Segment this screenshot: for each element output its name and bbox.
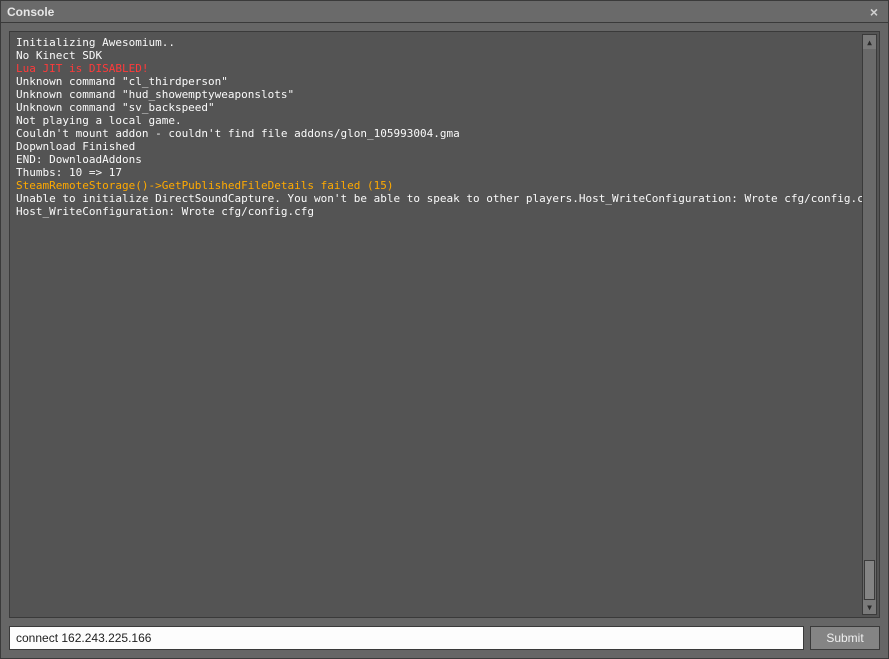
log-line: Host_WriteConfiguration: Wrote cfg/confi… — [16, 205, 861, 218]
input-row: Submit — [1, 622, 888, 658]
log-line: Dopwnload Finished — [16, 140, 861, 153]
log-line: Thumbs: 10 => 17 — [16, 166, 861, 179]
scroll-up-icon[interactable]: ▲ — [863, 35, 876, 49]
submit-button[interactable]: Submit — [810, 626, 880, 650]
log-line: Not playing a local game. — [16, 114, 861, 127]
log-line: Lua JIT is DISABLED! — [16, 62, 861, 75]
console-output: Initializing Awesomium..No Kinect SDKLua… — [9, 31, 880, 618]
log-line: No Kinect SDK — [16, 49, 861, 62]
log-line: Couldn't mount addon - couldn't find fil… — [16, 127, 861, 140]
log-line: Unable to initialize DirectSoundCapture.… — [16, 192, 861, 205]
log-line: Initializing Awesomium.. — [16, 36, 861, 49]
scrollbar[interactable]: ▲ ▼ — [862, 34, 877, 615]
log-line: Unknown command "hud_showemptyweaponslot… — [16, 88, 861, 101]
scroll-track[interactable] — [863, 49, 876, 600]
window-title: Console — [7, 5, 54, 19]
log-line: SteamRemoteStorage()->GetPublishedFileDe… — [16, 179, 861, 192]
log-line: Unknown command "cl_thirdperson" — [16, 75, 861, 88]
scroll-down-icon[interactable]: ▼ — [863, 600, 876, 614]
log-container: Initializing Awesomium..No Kinect SDKLua… — [16, 36, 861, 218]
titlebar: Console × — [1, 1, 888, 23]
close-icon[interactable]: × — [866, 4, 882, 20]
log-line: Unknown command "sv_backspeed" — [16, 101, 861, 114]
scroll-thumb[interactable] — [864, 560, 875, 600]
log-line: END: DownloadAddons — [16, 153, 861, 166]
console-window: Console × Initializing Awesomium..No Kin… — [0, 0, 889, 659]
command-input[interactable] — [9, 626, 804, 650]
